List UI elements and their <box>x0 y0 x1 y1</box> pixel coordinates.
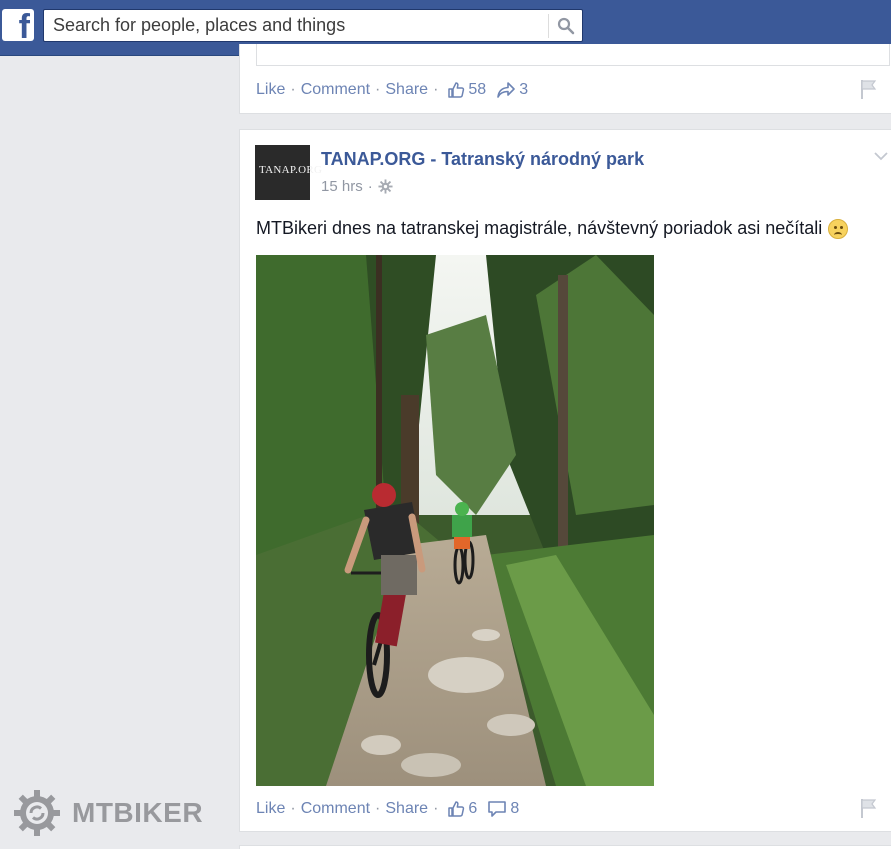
mtbiker-watermark: MTBIKER <box>12 788 203 838</box>
post-text: MTBikeri dnes na tatranskej magistrále, … <box>256 218 849 239</box>
watermark-text: MTBIKER <box>72 797 204 828</box>
search-box <box>43 9 583 42</box>
post-card: TANAP.ORG TANAP.ORG - Tatranský národný … <box>239 129 891 832</box>
gear-icon[interactable] <box>378 179 393 194</box>
share-arrow-icon <box>497 82 516 98</box>
previous-post-actions: Like · Comment · Share · 58 3 <box>256 81 528 99</box>
separator-dot: · <box>367 178 373 195</box>
share-link[interactable]: Share <box>385 800 428 818</box>
search-input[interactable] <box>44 10 550 41</box>
separator-dot: · <box>290 81 296 98</box>
like-count-value: 6 <box>468 800 478 817</box>
gear-logo-icon <box>14 790 60 836</box>
comment-link[interactable]: Comment <box>301 81 370 99</box>
page-avatar[interactable]: TANAP.ORG <box>255 145 322 200</box>
report-flag-icon[interactable] <box>859 78 879 100</box>
like-count[interactable]: 6 <box>447 800 477 818</box>
post-photo[interactable] <box>256 255 654 786</box>
comment-count-value: 8 <box>510 800 520 817</box>
separator-dot: · <box>375 81 381 98</box>
thumbs-up-icon <box>448 82 465 98</box>
chevron-down-icon[interactable] <box>873 150 889 162</box>
search-button[interactable] <box>548 14 582 38</box>
next-post-card <box>239 845 891 849</box>
comment-bubble-icon <box>488 801 507 817</box>
page-name-link[interactable]: TANAP.ORG - Tatranský národný park <box>321 149 644 170</box>
frown-emoji-icon <box>828 218 849 239</box>
comment-count[interactable]: 8 <box>487 800 519 818</box>
separator-dot: · <box>433 81 439 98</box>
comment-link[interactable]: Comment <box>301 800 370 818</box>
like-count[interactable]: 58 <box>447 81 486 99</box>
report-flag-icon[interactable] <box>859 797 879 819</box>
like-link[interactable]: Like <box>256 800 285 818</box>
post-meta: 15 hrs · <box>321 178 393 195</box>
post-timestamp[interactable]: 15 hrs <box>321 178 363 195</box>
share-link[interactable]: Share <box>385 81 428 99</box>
thumbs-up-icon <box>448 801 465 817</box>
share-count[interactable]: 3 <box>496 81 528 99</box>
previous-post-card: Like · Comment · Share · 58 3 <box>239 44 891 114</box>
mountain-bikers-photo <box>256 255 654 786</box>
separator-dot: · <box>290 800 296 817</box>
search-icon <box>557 17 575 35</box>
separator-dot: · <box>375 800 381 817</box>
previous-post-attachment <box>256 44 890 66</box>
like-link[interactable]: Like <box>256 81 285 99</box>
share-count-value: 3 <box>519 81 529 98</box>
post-actions: Like · Comment · Share · 6 8 <box>256 800 519 818</box>
post-message: MTBikeri dnes na tatranskej magistrále, … <box>256 218 823 238</box>
separator-dot: · <box>433 800 439 817</box>
like-count-value: 58 <box>468 81 487 98</box>
facebook-logo[interactable]: f <box>2 9 34 44</box>
